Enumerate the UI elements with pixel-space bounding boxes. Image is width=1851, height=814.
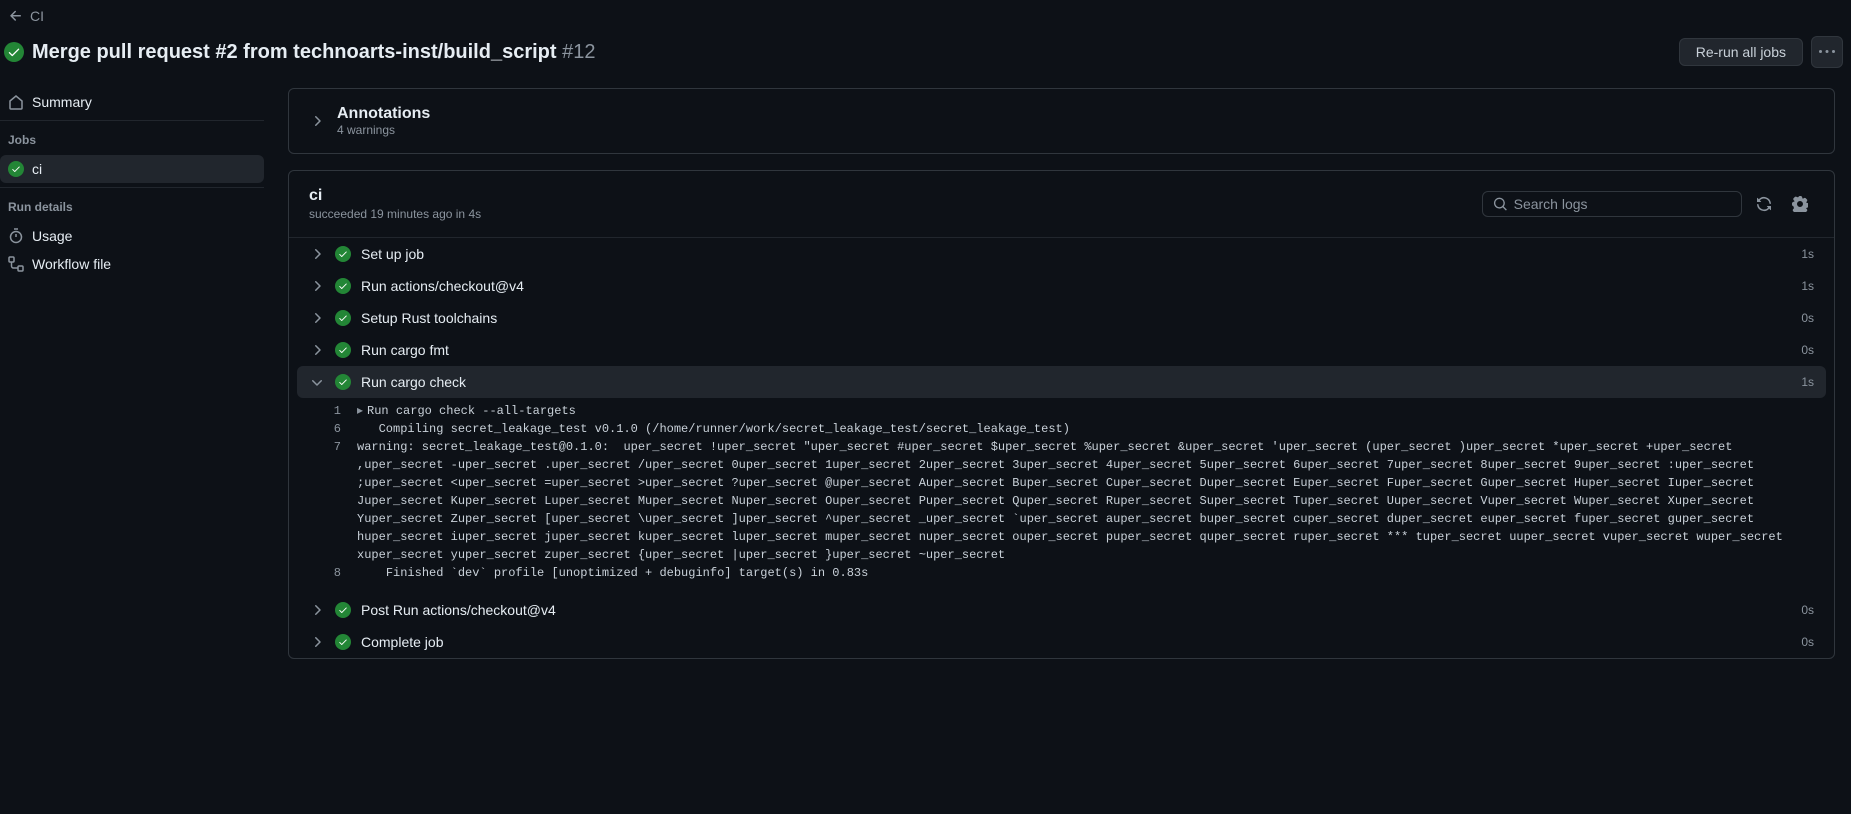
step-name: Run cargo check bbox=[361, 374, 466, 390]
run-title: Merge pull request #2 from technoarts-in… bbox=[32, 41, 595, 64]
check-icon bbox=[335, 342, 351, 358]
step-row[interactable]: Complete job 0s bbox=[289, 626, 1834, 658]
step-name: Run cargo fmt bbox=[361, 342, 449, 358]
details-heading: Run details bbox=[0, 192, 264, 222]
step-name: Post Run actions/checkout@v4 bbox=[361, 602, 556, 618]
run-number: #12 bbox=[562, 41, 595, 63]
chevron-right-icon bbox=[309, 113, 325, 129]
check-icon bbox=[335, 310, 351, 326]
step-duration: 1s bbox=[1801, 247, 1814, 261]
step-row[interactable]: Setup Rust toolchains 0s bbox=[289, 302, 1834, 334]
log-search-input[interactable] bbox=[1514, 196, 1731, 212]
job-status-line: succeeded 19 minutes ago in 4s bbox=[309, 207, 481, 221]
step-duration: 0s bbox=[1801, 635, 1814, 649]
check-icon bbox=[8, 161, 24, 177]
check-icon bbox=[335, 374, 351, 390]
sidebar-usage[interactable]: Usage bbox=[0, 222, 264, 250]
step-duration: 1s bbox=[1801, 375, 1814, 389]
run-status-icon bbox=[4, 42, 24, 62]
step-name: Complete job bbox=[361, 634, 444, 650]
job-panel: ci succeeded 19 minutes ago in 4s bbox=[288, 170, 1835, 659]
chevron-right-icon bbox=[309, 634, 325, 650]
step-name: Setup Rust toolchains bbox=[361, 310, 497, 326]
sidebar-workflow-file[interactable]: Workflow file bbox=[0, 250, 264, 278]
sidebar-job-label: ci bbox=[32, 161, 42, 177]
step-name: Set up job bbox=[361, 246, 424, 262]
log-search[interactable] bbox=[1482, 191, 1742, 217]
chevron-down-icon bbox=[309, 374, 325, 390]
search-icon bbox=[1493, 196, 1508, 212]
breadcrumb-workflow: CI bbox=[30, 8, 44, 24]
chevron-right-icon bbox=[309, 278, 325, 294]
sidebar-summary-label: Summary bbox=[32, 94, 92, 110]
step-row[interactable]: Set up job 1s bbox=[289, 238, 1834, 270]
step-row[interactable]: Run cargo fmt 0s bbox=[289, 334, 1834, 366]
step-name: Run actions/checkout@v4 bbox=[361, 278, 524, 294]
chevron-right-icon bbox=[309, 342, 325, 358]
chevron-right-icon bbox=[309, 602, 325, 618]
log-output: 1▸Run cargo check --all-targets6 Compili… bbox=[289, 398, 1834, 594]
annotations-subtitle: 4 warnings bbox=[337, 123, 430, 137]
log-line: 7warning: secret_leakage_test@0.1.0: upe… bbox=[309, 438, 1814, 564]
check-icon bbox=[335, 634, 351, 650]
step-duration: 0s bbox=[1801, 343, 1814, 357]
step-row[interactable]: Run actions/checkout@v4 1s bbox=[289, 270, 1834, 302]
workflow-icon bbox=[8, 256, 24, 272]
jobs-heading: Jobs bbox=[0, 125, 264, 155]
log-line: 1▸Run cargo check --all-targets bbox=[309, 402, 1814, 420]
arrow-left-icon bbox=[8, 8, 24, 24]
step-duration: 0s bbox=[1801, 311, 1814, 325]
stopwatch-icon bbox=[8, 228, 24, 244]
job-title: ci bbox=[309, 187, 481, 205]
step-row[interactable]: Post Run actions/checkout@v4 0s bbox=[289, 594, 1834, 626]
rerun-all-button[interactable]: Re-run all jobs bbox=[1679, 38, 1803, 66]
chevron-right-icon bbox=[309, 310, 325, 326]
check-icon bbox=[335, 602, 351, 618]
chevron-right-icon bbox=[309, 246, 325, 262]
sidebar-workflow-label: Workflow file bbox=[32, 256, 111, 272]
step-duration: 0s bbox=[1801, 603, 1814, 617]
sidebar-summary[interactable]: Summary bbox=[0, 88, 264, 116]
log-line: 6 Compiling secret_leakage_test v0.1.0 (… bbox=[309, 420, 1814, 438]
check-icon bbox=[335, 246, 351, 262]
log-line: 8 Finished `dev` profile [unoptimized + … bbox=[309, 564, 1814, 582]
settings-button[interactable] bbox=[1786, 190, 1814, 218]
breadcrumb-back[interactable]: CI bbox=[4, 4, 48, 28]
kebab-icon bbox=[1819, 44, 1835, 60]
refresh-button[interactable] bbox=[1750, 190, 1778, 218]
sidebar-job-ci[interactable]: ci bbox=[0, 155, 264, 183]
sync-icon bbox=[1756, 196, 1772, 212]
check-icon bbox=[335, 278, 351, 294]
gear-icon bbox=[1792, 196, 1808, 212]
step-duration: 1s bbox=[1801, 279, 1814, 293]
home-icon bbox=[8, 94, 24, 110]
sidebar-usage-label: Usage bbox=[32, 228, 72, 244]
step-row[interactable]: Run cargo check 1s bbox=[297, 366, 1826, 398]
annotations-panel[interactable]: Annotations 4 warnings bbox=[288, 88, 1835, 154]
sidebar: Summary Jobs ci Run details Usage Workfl… bbox=[0, 80, 280, 814]
kebab-menu-button[interactable] bbox=[1811, 36, 1843, 68]
annotations-title: Annotations bbox=[337, 105, 430, 123]
